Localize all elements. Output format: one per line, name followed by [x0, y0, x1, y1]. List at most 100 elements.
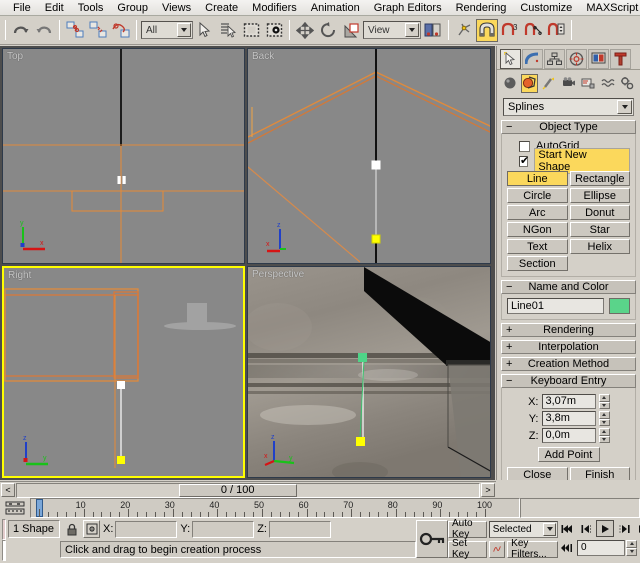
object-button-ellipse[interactable]: Ellipse: [570, 188, 631, 203]
undo-button[interactable]: [10, 19, 32, 42]
auto-key-button[interactable]: Auto Key: [448, 521, 487, 538]
viewport-back[interactable]: Back z x: [247, 48, 491, 264]
autogrid-checkbox[interactable]: [519, 141, 530, 152]
play-animation-button[interactable]: [596, 520, 614, 537]
tab-create[interactable]: [500, 49, 521, 69]
time-slider-thumb[interactable]: 0 / 100: [179, 484, 297, 497]
chevron-down-icon[interactable]: [405, 23, 419, 37]
close-button[interactable]: Close: [507, 467, 568, 480]
category-shapes[interactable]: [521, 74, 539, 93]
reference-coordinate-system-dropdown[interactable]: View: [363, 21, 421, 39]
rollout-toggle-icon[interactable]: −: [506, 375, 512, 387]
menu-item-animation[interactable]: Animation: [304, 0, 367, 16]
category-systems[interactable]: [618, 74, 636, 93]
go-to-end-button[interactable]: [634, 520, 640, 537]
unlink-selection-button[interactable]: [87, 19, 109, 42]
current-frame-spinner[interactable]: [626, 540, 637, 556]
selection-lock-toggle[interactable]: [63, 520, 80, 538]
object-button-line[interactable]: Line: [507, 171, 568, 186]
select-by-name-button[interactable]: [217, 19, 239, 42]
menu-item-modifiers[interactable]: Modifiers: [245, 0, 304, 16]
object-button-star[interactable]: Star: [570, 222, 631, 237]
object-button-rectangle[interactable]: Rectangle: [570, 171, 631, 186]
spinner-snap-toggle-button[interactable]: [545, 19, 567, 42]
menu-item-group[interactable]: Group: [110, 0, 155, 16]
menu-item-customize[interactable]: Customize: [513, 0, 579, 16]
angle-snap-toggle-button[interactable]: 3: [499, 19, 521, 42]
menu-item-maxscript[interactable]: MAXScript: [579, 0, 640, 16]
rollout-keyboard-entry-header[interactable]: − Keyboard Entry: [501, 374, 636, 388]
rollout-toggle-icon[interactable]: +: [506, 324, 512, 336]
select-and-rotate-button[interactable]: [317, 19, 339, 42]
select-and-move-button[interactable]: [294, 19, 316, 42]
tab-hierarchy[interactable]: [544, 49, 565, 69]
object-button-ngon[interactable]: NGon: [507, 222, 568, 237]
viewport-perspective[interactable]: Perspective: [247, 266, 491, 478]
absolute-relative-transform-toggle[interactable]: [83, 520, 100, 538]
coordinate-y-input[interactable]: [192, 521, 254, 538]
select-object-button[interactable]: [194, 19, 216, 42]
tab-utilities[interactable]: [610, 49, 631, 69]
rectangular-selection-region-button[interactable]: [240, 19, 262, 42]
keyboard-entry-x-spinner[interactable]: [599, 394, 610, 409]
category-space-warps[interactable]: [599, 74, 617, 93]
key-filters-button[interactable]: Key Filters...: [507, 541, 558, 558]
track-bar-ruler[interactable]: 102030405060708090100: [30, 498, 520, 518]
rollout-rendering-header[interactable]: + Rendering: [501, 323, 636, 337]
snaps-toggle-button[interactable]: [476, 19, 498, 42]
window-crossing-button[interactable]: [263, 19, 285, 42]
menu-item-views[interactable]: Views: [155, 0, 198, 16]
menu-item-graph-editors[interactable]: Graph Editors: [367, 0, 449, 16]
keyboard-entry-y-spinner[interactable]: [599, 411, 610, 426]
select-and-manipulate-button[interactable]: [453, 19, 475, 42]
object-button-section[interactable]: Section: [507, 256, 568, 271]
start-new-shape-row[interactable]: Start New Shape: [519, 154, 630, 168]
menu-item-rendering[interactable]: Rendering: [449, 0, 514, 16]
set-key-button[interactable]: Set Key: [448, 541, 487, 558]
rollout-object-type-header[interactable]: − Object Type: [501, 120, 636, 134]
time-slider-prev-button[interactable]: <: [1, 483, 15, 497]
object-button-text[interactable]: Text: [507, 239, 568, 254]
rollout-toggle-icon[interactable]: −: [506, 121, 512, 133]
rollout-name-and-color-header[interactable]: − Name and Color: [501, 280, 636, 294]
rollout-toggle-icon[interactable]: +: [506, 358, 512, 370]
maxscript-listener-white-pane[interactable]: [2, 540, 6, 561]
shape-category-dropdown[interactable]: Splines: [503, 98, 634, 116]
menu-item-file[interactable]: File: [6, 0, 38, 16]
add-point-button[interactable]: Add Point: [538, 447, 600, 462]
key-mode-toggle-button[interactable]: [416, 520, 448, 558]
start-new-shape-checkbox[interactable]: [519, 156, 528, 167]
object-button-arc[interactable]: Arc: [507, 205, 568, 220]
keyboard-entry-z-input[interactable]: 0,0m: [542, 428, 596, 443]
tab-motion[interactable]: [566, 49, 587, 69]
menu-item-edit[interactable]: Edit: [38, 0, 71, 16]
coordinate-z-input[interactable]: [269, 521, 331, 538]
category-cameras[interactable]: [560, 74, 578, 93]
viewport-right[interactable]: Right z y: [2, 266, 245, 478]
viewport-top[interactable]: Top y x: [2, 48, 245, 264]
select-and-link-button[interactable]: [64, 19, 86, 42]
category-helpers[interactable]: [579, 74, 597, 93]
maxscript-listener-pink-pane[interactable]: [2, 519, 6, 540]
rollout-interpolation-header[interactable]: + Interpolation: [501, 340, 636, 354]
object-color-swatch[interactable]: [609, 298, 630, 314]
go-to-start-button[interactable]: [558, 520, 576, 537]
rollout-toggle-icon[interactable]: −: [506, 281, 512, 293]
bind-to-space-warp-button[interactable]: [110, 19, 132, 42]
tab-display[interactable]: [588, 49, 609, 69]
current-frame-input[interactable]: 0: [577, 540, 625, 556]
previous-frame-button[interactable]: [577, 520, 595, 537]
rollout-creation-method-header[interactable]: + Creation Method: [501, 357, 636, 371]
keyboard-entry-y-input[interactable]: 3,8m: [542, 411, 596, 426]
chevron-down-icon[interactable]: [177, 23, 191, 37]
use-center-flyout-button[interactable]: [422, 19, 444, 42]
finish-button[interactable]: Finish: [570, 467, 631, 480]
select-and-scale-button[interactable]: [340, 19, 362, 42]
chevron-down-icon[interactable]: [617, 100, 632, 114]
object-name-input[interactable]: Line01: [507, 298, 604, 314]
open-mini-curve-editor-button[interactable]: [0, 498, 30, 518]
object-button-circle[interactable]: Circle: [507, 188, 568, 203]
object-button-donut[interactable]: Donut: [570, 205, 631, 220]
key-set-dropdown[interactable]: Selected: [489, 521, 558, 538]
redo-button[interactable]: [33, 19, 55, 42]
